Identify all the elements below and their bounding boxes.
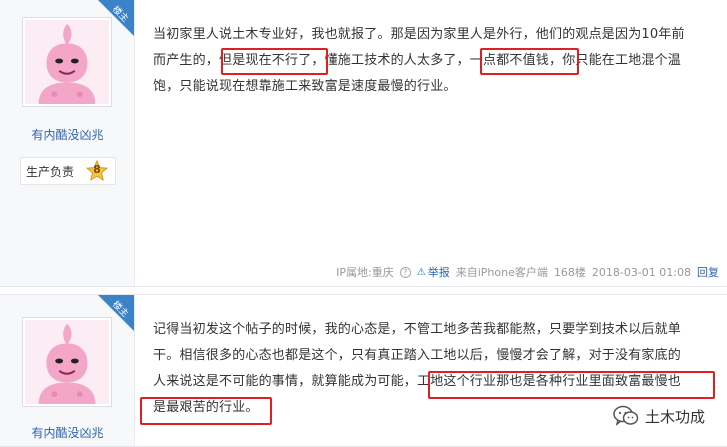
wechat-icon [613, 405, 639, 426]
post-content: 当初家里人说土木专业好，我也就报了。那是因为家里人是外行，他们的观点是因为10年… [153, 22, 713, 100]
content-line: 饱，只能说现在想靠施工来致富是速度最慢的行业。 [153, 79, 457, 94]
content-line: 而产生的，但是现在不行了，懂施工技术的人太多了，一点都不值钱，你只能在工地混个温 [153, 53, 682, 68]
post-source: 来自iPhone客户端 [455, 266, 548, 279]
op-ribbon-label: 楼主 [110, 299, 130, 320]
floor-number: 168楼 [553, 266, 586, 279]
report-button[interactable]: ⚠ 举报 [417, 264, 450, 280]
watermark-text: 土木功成 [644, 407, 705, 426]
badge-level: 8 [93, 163, 101, 176]
content-line: 干。相信很多的心态也都是这个，只有真正踏入工地以后，慢慢才会了解，对于没有家底的 [153, 348, 682, 363]
author-sidebar: 有内酷没凶兆 楼主 [0, 295, 135, 446]
avatar-image [25, 320, 109, 404]
watermark: 土木功成 [613, 405, 705, 427]
reply-link[interactable]: 回复 [697, 264, 719, 280]
post-time: 2018-03-01 01:08 [591, 265, 691, 279]
content-line: 当初家里人说土木专业好，我也就报了。那是因为家里人是外行，他们的观点是因为10年… [153, 27, 685, 42]
level-star-icon: 8 [85, 159, 109, 182]
avatar-image [25, 20, 109, 104]
ip-location: IP属地:重庆 [336, 266, 394, 279]
op-ribbon: 楼主 [98, 0, 134, 36]
user-title-badge: 生产负责 8 [20, 157, 116, 185]
op-ribbon: 楼主 [98, 295, 134, 331]
author-sidebar: 有内酷没凶兆 生产负责 8 楼主 [0, 0, 135, 286]
report-label: 举报 [427, 266, 450, 279]
help-icon[interactable]: ? [399, 266, 411, 278]
post-footer: IP属地:重庆 ? ⚠ 举报 来自iPhone客户端 168楼 2018-03-… [336, 264, 719, 280]
username[interactable]: 有内酷没凶兆 [0, 424, 135, 441]
content-line: 人来说这是不可能的事情，就算能成为可能，工地这个行业那也是各种行业里面致富最慢也 [153, 374, 682, 389]
username[interactable]: 有内酷没凶兆 [0, 126, 135, 143]
content-line: 记得当初发这个帖子的时候，我的心态是，不管工地多苦我都能熬，只要学到技术以后就单 [153, 322, 682, 337]
badge-title: 生产负责 [26, 164, 75, 179]
report-icon: ⚠ [416, 266, 426, 278]
post-1: 有内酷没凶兆 生产负责 8 楼主 当初家里人说土木专业好，我也就报了。那是因为家… [0, 0, 727, 287]
op-ribbon-label: 楼主 [110, 4, 130, 25]
